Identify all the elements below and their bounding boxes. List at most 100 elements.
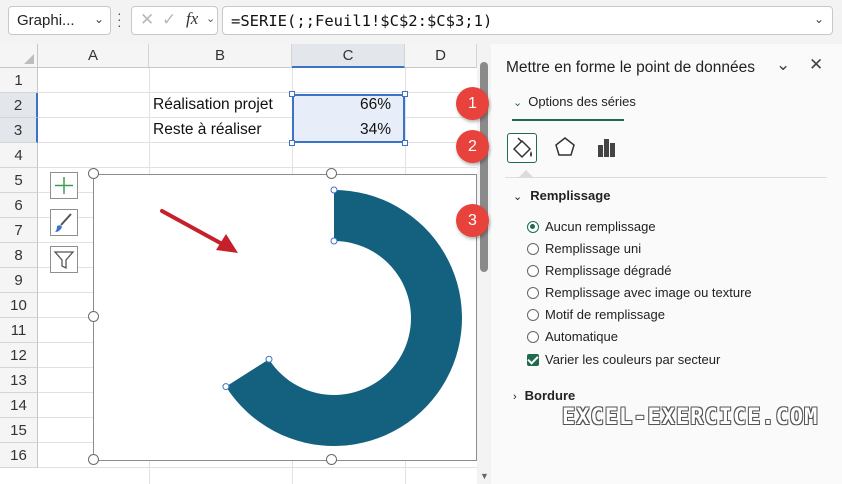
range-handle[interactable]	[289, 140, 295, 146]
pane-title: Mettre en forme le point de données	[506, 59, 756, 76]
gridline	[38, 142, 477, 143]
range-handle[interactable]	[402, 140, 408, 146]
insert-function-button[interactable]: fx	[186, 9, 198, 29]
formula-input[interactable]: =SERIE(;;Feuil1!$C$2:$C$3;1) ⌄	[222, 6, 833, 35]
tab-effects[interactable]	[551, 133, 581, 163]
row-header-6[interactable]: 6	[0, 193, 38, 218]
row-header-3[interactable]: 3	[0, 118, 38, 143]
row-header-10[interactable]: 10	[0, 293, 38, 318]
pane-options-icon[interactable]: ⌄	[776, 55, 790, 75]
series-options-dropdown[interactable]: ⌄ Options des séries	[513, 94, 636, 109]
gridline	[38, 117, 477, 118]
worksheet[interactable]: A B C D 1 2 3 4 5 6 7 8 9 10 11 12 13 14 15 16 Réalisat…	[0, 44, 477, 484]
chevron-down-icon: ⌄	[513, 97, 523, 109]
radio-automatic-fill[interactable]: Automatique	[527, 329, 618, 344]
checkbox-checked-icon[interactable]	[527, 354, 539, 366]
radio-label: Automatique	[545, 329, 618, 344]
border-section-label: Bordure	[524, 388, 576, 403]
name-box[interactable]: Graphi... ⌄	[8, 6, 111, 35]
cell-c2[interactable]: 66%	[360, 96, 391, 114]
radio-icon[interactable]	[527, 309, 539, 321]
column-header-c[interactable]: C	[292, 44, 405, 68]
chart-resize-handle[interactable]	[326, 454, 337, 465]
cell-b3[interactable]: Reste à réaliser	[153, 121, 262, 139]
scroll-down-icon[interactable]: ▼	[480, 471, 489, 481]
annotation-badge-2: 2	[456, 130, 489, 163]
checkbox-label: Varier les couleurs par secteur	[545, 352, 721, 367]
fill-section-header[interactable]: ⌄ Remplissage	[513, 188, 610, 203]
point-handle[interactable]	[222, 383, 230, 391]
row-header-7[interactable]: 7	[0, 218, 38, 243]
close-icon[interactable]: ✕	[809, 55, 823, 75]
radio-label: Aucun remplissage	[545, 219, 656, 234]
more-options-icon[interactable]: · · ·	[117, 6, 123, 32]
row-header-9[interactable]: 9	[0, 268, 38, 293]
options-label: Options des séries	[528, 94, 636, 109]
radio-selected-icon[interactable]	[527, 221, 539, 233]
row-header-13[interactable]: 13	[0, 368, 38, 393]
formula-bar: Graphi... ⌄ · · · ✕ ✓ fx ⌄ =SERIE(;;Feuil1…	[0, 0, 842, 40]
chevron-down-icon[interactable]: ⌄	[94, 12, 104, 26]
cancel-icon[interactable]: ✕	[140, 10, 154, 30]
column-header-b[interactable]: B	[149, 44, 292, 68]
cell-b2[interactable]: Réalisation projet	[153, 96, 273, 114]
expand-formula-icon[interactable]: ⌄	[814, 12, 824, 26]
tab-fill-line[interactable]	[507, 133, 537, 163]
radio-label: Motif de remplissage	[545, 307, 665, 322]
row-header-11[interactable]: 11	[0, 318, 38, 343]
point-handle[interactable]	[330, 237, 338, 245]
gridline	[38, 167, 477, 168]
bar-chart-icon	[598, 139, 615, 157]
brush-icon	[55, 213, 72, 232]
row-header-16[interactable]: 16	[0, 443, 38, 468]
select-all-corner[interactable]	[0, 44, 38, 68]
chevron-down-icon[interactable]: ⌄	[206, 12, 215, 25]
gridline	[38, 467, 477, 468]
row-header-4[interactable]: 4	[0, 143, 38, 168]
column-header-a[interactable]: A	[38, 44, 149, 68]
border-section-header[interactable]: › Bordure	[513, 388, 575, 403]
radio-icon[interactable]	[527, 265, 539, 277]
gridline	[38, 92, 477, 93]
column-header-d[interactable]: D	[405, 44, 477, 68]
radio-no-fill[interactable]: Aucun remplissage	[527, 219, 656, 234]
tab-pointer	[519, 170, 533, 177]
point-handle[interactable]	[265, 355, 273, 363]
chart-resize-handle[interactable]	[326, 168, 337, 179]
pentagon-icon	[555, 137, 575, 156]
radio-icon[interactable]	[527, 287, 539, 299]
enter-icon[interactable]: ✓	[162, 10, 176, 30]
chart-elements-button[interactable]	[50, 172, 78, 199]
radio-picture-fill[interactable]: Remplissage avec image ou texture	[527, 285, 752, 300]
chart-filters-button[interactable]	[50, 246, 78, 273]
chart-resize-handle[interactable]	[88, 168, 99, 179]
chevron-right-icon: ›	[513, 391, 517, 403]
range-handle[interactable]	[289, 91, 295, 97]
row-header-14[interactable]: 14	[0, 393, 38, 418]
chart-resize-handle[interactable]	[88, 311, 99, 322]
options-underline	[512, 119, 624, 121]
point-handle[interactable]	[330, 186, 338, 194]
range-handle[interactable]	[402, 91, 408, 97]
row-header-12[interactable]: 12	[0, 343, 38, 368]
radio-gradient-fill[interactable]: Remplissage dégradé	[527, 263, 671, 278]
row-header-8[interactable]: 8	[0, 243, 38, 268]
row-header-5[interactable]: 5	[0, 168, 38, 193]
radio-solid-fill[interactable]: Remplissage uni	[527, 241, 641, 256]
radio-pattern-fill[interactable]: Motif de remplissage	[527, 307, 665, 322]
row-header-15[interactable]: 15	[0, 418, 38, 443]
doughnut-segment-realisation[interactable]	[225, 190, 462, 447]
chart-resize-handle[interactable]	[88, 454, 99, 465]
chart-styles-button[interactable]	[50, 209, 78, 236]
radio-icon[interactable]	[527, 243, 539, 255]
doughnut-chart[interactable]	[93, 174, 477, 461]
fill-section-label: Remplissage	[530, 188, 611, 203]
radio-icon[interactable]	[527, 331, 539, 343]
row-header-1[interactable]: 1	[0, 68, 38, 93]
cell-c3[interactable]: 34%	[360, 121, 391, 139]
paint-bucket-icon	[512, 137, 532, 159]
formula-buttons: ✕ ✓ fx ⌄	[131, 6, 218, 35]
row-header-2[interactable]: 2	[0, 93, 38, 118]
vary-colors-checkbox[interactable]: Varier les couleurs par secteur	[527, 352, 720, 367]
tab-series-options[interactable]	[593, 133, 623, 163]
